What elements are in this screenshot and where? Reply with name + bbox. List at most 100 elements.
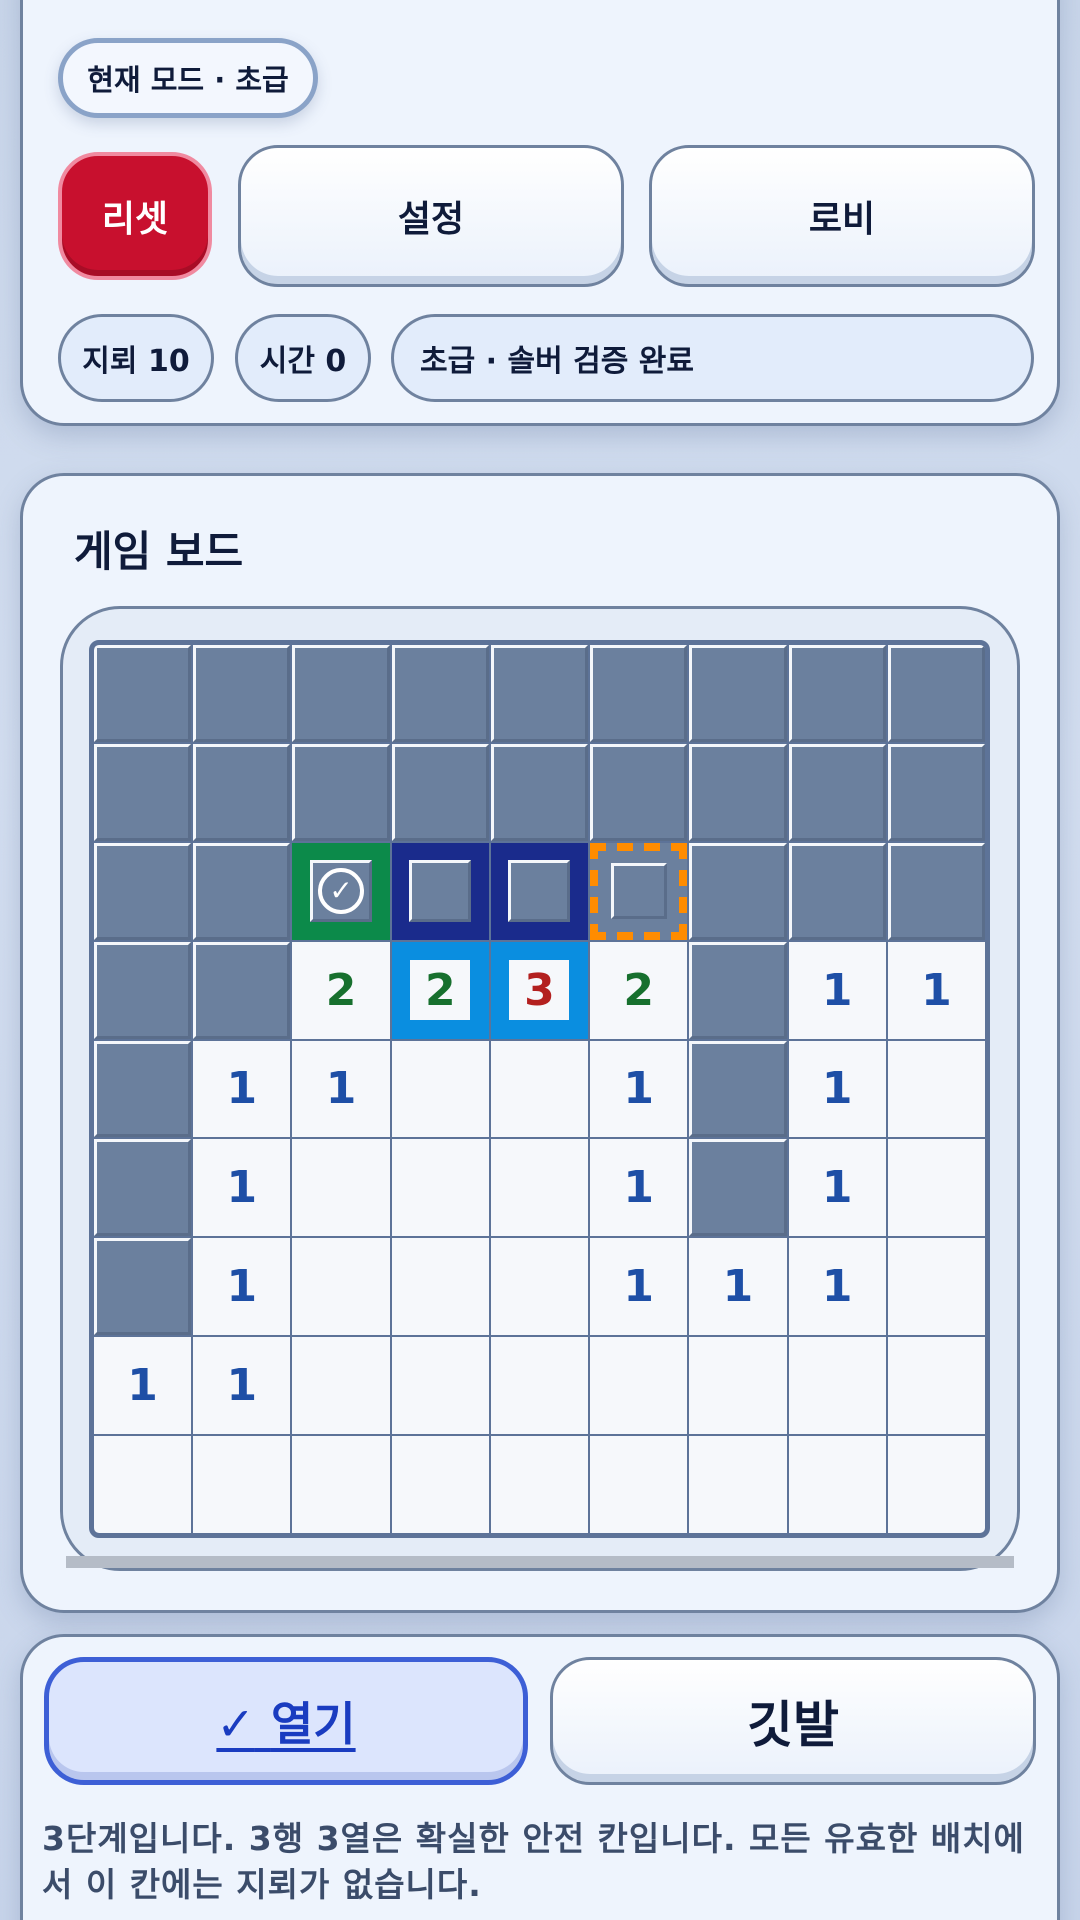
hint-message: 3단계입니다. 3행 3열은 확실한 안전 칸입니다. 모든 유효한 배치에서 … <box>42 1819 1025 1904</box>
revealed-cell[interactable] <box>887 1238 985 1336</box>
revealed-cell[interactable]: 1 <box>590 1238 688 1336</box>
hidden-cell[interactable] <box>689 1139 787 1237</box>
revealed-cell[interactable]: 1 <box>887 941 985 1039</box>
cell-number: 1 <box>921 964 952 1016</box>
revealed-cell[interactable] <box>391 1139 489 1237</box>
revealed-cell[interactable] <box>490 1040 589 1138</box>
revealed-cell[interactable] <box>689 1337 787 1435</box>
open-mode-button[interactable]: ✓ 열기 <box>44 1657 528 1785</box>
revealed-cell[interactable] <box>887 1040 985 1138</box>
lobby-button[interactable]: 로비 <box>649 145 1035 287</box>
revealed-cell[interactable]: 1 <box>788 1040 886 1138</box>
cell-number: 3 <box>524 964 555 1016</box>
hidden-cell[interactable] <box>94 941 192 1039</box>
hidden-cell[interactable] <box>887 645 985 742</box>
revealed-cell[interactable] <box>887 1337 985 1435</box>
flag-mode-button[interactable]: 깃발 <box>550 1657 1036 1785</box>
board-scrollbar[interactable] <box>66 1556 1014 1568</box>
constraint-cell-highlight[interactable] <box>391 842 489 940</box>
board-title: 게임 보드 <box>74 527 244 576</box>
revealed-cell[interactable] <box>391 1238 489 1336</box>
hidden-cell[interactable] <box>490 645 589 742</box>
revealed-cell[interactable] <box>887 1436 985 1533</box>
hidden-cell[interactable] <box>193 842 291 940</box>
revealed-cell[interactable] <box>887 1139 985 1237</box>
revealed-cell[interactable] <box>94 1436 192 1533</box>
revealed-cell[interactable]: 1 <box>193 1337 291 1435</box>
revealed-cell[interactable]: 1 <box>94 1337 192 1435</box>
revealed-cell[interactable] <box>590 1337 688 1435</box>
hidden-cell[interactable] <box>391 645 489 742</box>
status-badge: 초급 · 솔버 검증 완료 <box>391 314 1034 402</box>
cell-number: 1 <box>127 1360 158 1412</box>
hidden-cell[interactable] <box>94 842 192 940</box>
hidden-cell[interactable] <box>689 1040 787 1138</box>
hidden-cell[interactable] <box>689 941 787 1039</box>
hidden-cell[interactable] <box>689 743 787 841</box>
revealed-cell[interactable]: 1 <box>788 1139 886 1237</box>
hidden-cell[interactable] <box>689 645 787 742</box>
number-cell-highlight[interactable]: 3 <box>490 941 589 1039</box>
cell-number: 1 <box>226 1162 258 1214</box>
hidden-cell[interactable] <box>490 743 589 841</box>
revealed-cell[interactable] <box>292 1139 390 1237</box>
constraint-cell-highlight[interactable] <box>490 842 589 940</box>
mode-indicator: 현재 모드 · 초급 <box>58 38 318 118</box>
revealed-cell[interactable]: 2 <box>292 941 390 1039</box>
revealed-cell[interactable]: 1 <box>590 1040 688 1138</box>
hidden-cell[interactable] <box>94 645 192 742</box>
revealed-cell[interactable]: 1 <box>689 1238 787 1336</box>
safe-cell-highlight[interactable]: ✓ <box>292 842 390 940</box>
hidden-cell[interactable] <box>689 842 787 940</box>
number-cell-highlight[interactable]: 2 <box>391 941 489 1039</box>
revealed-cell[interactable] <box>689 1436 787 1533</box>
revealed-cell[interactable]: 2 <box>590 941 688 1039</box>
hidden-cell[interactable] <box>590 645 688 742</box>
hidden-cell[interactable] <box>94 1040 192 1138</box>
hidden-cell[interactable] <box>788 842 886 940</box>
hidden-cell[interactable] <box>94 1139 192 1237</box>
revealed-cell[interactable] <box>788 1436 886 1533</box>
revealed-cell[interactable] <box>490 1238 589 1336</box>
revealed-cell[interactable]: 1 <box>788 1238 886 1336</box>
revealed-cell[interactable] <box>788 1337 886 1435</box>
candidate-cell-highlight[interactable] <box>590 842 688 940</box>
revealed-cell[interactable]: 1 <box>193 1040 291 1138</box>
revealed-cell[interactable] <box>292 1337 390 1435</box>
hidden-cell[interactable] <box>788 743 886 841</box>
revealed-cell[interactable]: 1 <box>292 1040 390 1138</box>
hidden-cell[interactable] <box>391 743 489 841</box>
revealed-cell[interactable] <box>391 1337 489 1435</box>
revealed-cell[interactable] <box>391 1040 489 1138</box>
revealed-cell[interactable] <box>590 1436 688 1533</box>
hidden-cell[interactable] <box>292 645 390 742</box>
hidden-cell[interactable] <box>193 743 291 841</box>
revealed-cell[interactable] <box>292 1436 390 1533</box>
hidden-cell[interactable] <box>193 645 291 742</box>
minesweeper-grid: ✓ 2 2 3 2 1 1 1 1 1 1 1 1 1 1 1 1 1 1 1 <box>89 640 990 1538</box>
cell-number: 1 <box>325 1063 357 1115</box>
cell-number: 2 <box>325 964 357 1016</box>
hidden-cell[interactable] <box>94 1238 192 1336</box>
revealed-cell[interactable] <box>193 1436 291 1533</box>
hidden-cell[interactable] <box>590 743 688 841</box>
revealed-cell[interactable]: 1 <box>788 941 886 1039</box>
hidden-cell[interactable] <box>193 941 291 1039</box>
settings-button[interactable]: 설정 <box>238 145 624 287</box>
hidden-cell[interactable] <box>94 743 192 841</box>
cell-number: 1 <box>623 1162 655 1214</box>
hidden-cell[interactable] <box>788 645 886 742</box>
revealed-cell[interactable] <box>391 1436 489 1533</box>
hidden-cell[interactable] <box>292 743 390 841</box>
revealed-cell[interactable]: 1 <box>193 1238 291 1336</box>
revealed-cell[interactable] <box>490 1337 589 1435</box>
hidden-cell[interactable] <box>887 842 985 940</box>
revealed-cell[interactable] <box>490 1139 589 1237</box>
hidden-cell[interactable] <box>887 743 985 841</box>
cell-number: 1 <box>722 1261 754 1313</box>
revealed-cell[interactable]: 1 <box>193 1139 291 1237</box>
reset-button[interactable]: 리셋 <box>58 152 212 280</box>
revealed-cell[interactable] <box>490 1436 589 1533</box>
revealed-cell[interactable]: 1 <box>590 1139 688 1237</box>
revealed-cell[interactable] <box>292 1238 390 1336</box>
